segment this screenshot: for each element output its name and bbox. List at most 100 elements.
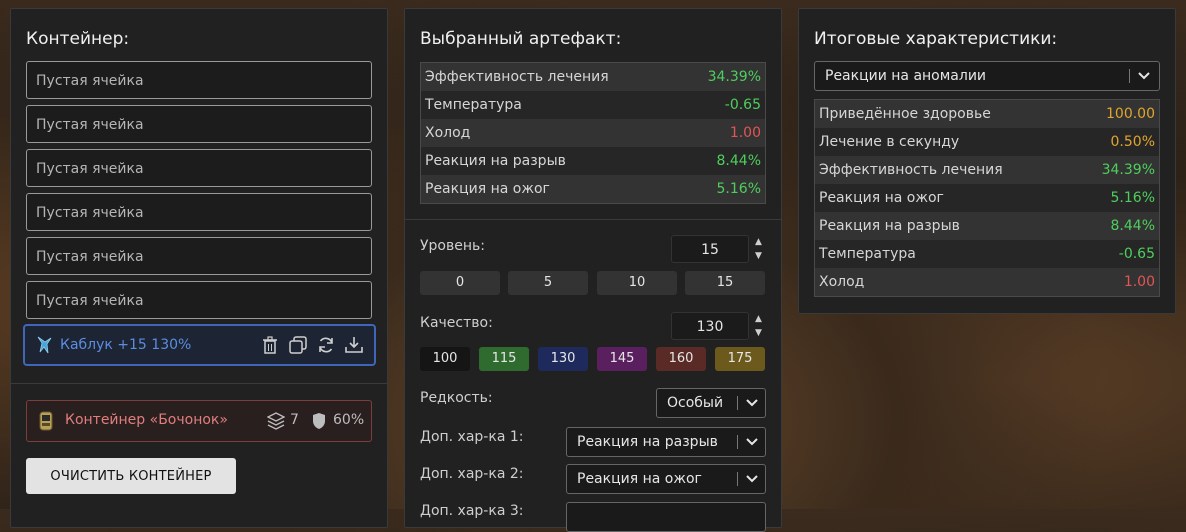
- stat-label: Холод: [819, 274, 865, 290]
- stat-label: Реакция на ожог: [819, 190, 944, 206]
- container-slot-filled[interactable]: Каблук +15 130%: [23, 324, 376, 366]
- level-label: Уровень:: [420, 238, 485, 254]
- chevron-down-icon[interactable]: [745, 389, 759, 427]
- refresh-icon[interactable]: [317, 336, 335, 358]
- clear-container-button[interactable]: ОЧИСТИТЬ КОНТЕЙНЕР: [26, 458, 236, 494]
- extra-stat-2-label: Доп. хар-ка 2:: [420, 466, 524, 482]
- stat-value: 34.39%: [1101, 162, 1155, 178]
- stat-value: 100.00: [1106, 106, 1155, 122]
- totals-filter-select[interactable]: Реакции на аномалии: [814, 61, 1160, 91]
- artifact-stats-table: Эффективность лечения 34.39% Температура -…: [420, 62, 766, 204]
- stat-label: Температура: [819, 246, 916, 262]
- stat-label: Реакция на ожог: [425, 181, 550, 197]
- download-icon[interactable]: [345, 336, 363, 358]
- stat-value: 1.00: [1123, 274, 1155, 290]
- level-preset-button[interactable]: 15: [685, 271, 765, 295]
- select-divider: [737, 435, 738, 449]
- level-spinner[interactable]: ▲ ▼: [755, 237, 762, 261]
- barrel-label: Контейнер «Бочонок»: [65, 412, 228, 428]
- barrel-icon: [39, 411, 53, 435]
- chevron-down-icon[interactable]: ▼: [755, 251, 762, 261]
- select-divider: [737, 396, 738, 410]
- artifact-panel: Выбранный артефакт: Эффективность лечени…: [404, 8, 782, 532]
- quality-label: Качество:: [420, 315, 493, 331]
- chevron-down-icon[interactable]: [1137, 62, 1151, 100]
- rarity-value: Особый: [667, 395, 724, 411]
- rarity-select[interactable]: Особый: [656, 388, 766, 418]
- container-slot-empty[interactable]: Пустая ячейка: [26, 193, 372, 231]
- container-slot-empty[interactable]: Пустая ячейка: [26, 237, 372, 275]
- quality-spinner[interactable]: ▲ ▼: [755, 314, 762, 338]
- stat-value: 5.16%: [1110, 190, 1155, 206]
- stat-row: Температура -0.65: [815, 240, 1159, 268]
- container-slot-empty[interactable]: Пустая ячейка: [26, 61, 372, 99]
- stat-value: 1.00: [729, 125, 761, 141]
- stat-value: 34.39%: [707, 69, 761, 85]
- level-input[interactable]: 15: [671, 235, 749, 263]
- container-title: Контейнер:: [26, 29, 130, 49]
- extra-stat-2-value: Реакция на ожог: [577, 471, 702, 487]
- extra-stat-1-label: Доп. хар-ка 1:: [420, 429, 524, 445]
- layers-icon: [266, 412, 286, 434]
- extra-stat-2-select[interactable]: Реакция на ожог: [566, 464, 766, 494]
- level-preset-button[interactable]: 0: [420, 271, 500, 295]
- stat-label: Приведённое здоровье: [819, 106, 991, 122]
- stat-row: Эффективность лечения 34.39%: [815, 156, 1159, 184]
- quality-input[interactable]: 130: [671, 312, 749, 340]
- container-slot-empty[interactable]: Пустая ячейка: [26, 281, 372, 319]
- stat-value: 8.44%: [1110, 218, 1155, 234]
- stat-value: 8.44%: [716, 153, 761, 169]
- extra-stat-3-label: Доп. хар-ка 3:: [420, 503, 524, 519]
- quality-preset-button[interactable]: 160: [656, 347, 706, 371]
- slots-count: 7: [290, 412, 299, 428]
- container-slot-empty[interactable]: Пустая ячейка: [26, 149, 372, 187]
- barrel-container-card[interactable]: Контейнер «Бочонок» 7 60%: [26, 400, 372, 442]
- divider: [11, 383, 387, 384]
- quality-preset-button[interactable]: 145: [597, 347, 647, 371]
- stat-row: Реакция на разрыв 8.44%: [815, 212, 1159, 240]
- stat-row: Лечение в секунду 0.50%: [815, 128, 1159, 156]
- quality-preset-button[interactable]: 130: [538, 347, 588, 371]
- chevron-down-icon[interactable]: [745, 465, 759, 503]
- stat-label: Реакция на разрыв: [425, 153, 566, 169]
- stat-label: Температура: [425, 97, 522, 113]
- stat-value: 0.50%: [1110, 134, 1155, 150]
- quality-preset-button[interactable]: 100: [420, 347, 470, 371]
- totals-stats-table: Приведённое здоровье 100.00 Лечение в сек…: [814, 99, 1160, 297]
- stat-row: Реакция на разрыв 8.44%: [421, 147, 765, 175]
- trash-icon[interactable]: [262, 336, 278, 358]
- stat-row: Реакция на ожог 5.16%: [815, 184, 1159, 212]
- heel-artifact-icon: [35, 335, 53, 359]
- totals-title: Итоговые характеристики:: [814, 29, 1058, 49]
- extra-stat-1-select[interactable]: Реакция на разрыв: [566, 427, 766, 457]
- stat-label: Холод: [425, 125, 471, 141]
- extra-stat-1-value: Реакция на разрыв: [577, 434, 718, 450]
- stat-value: -0.65: [1118, 246, 1155, 262]
- stat-row: Эффективность лечения 34.39%: [421, 63, 765, 91]
- protection-value: 60%: [333, 412, 365, 428]
- stat-label: Эффективность лечения: [819, 162, 1003, 178]
- totals-filter-value: Реакции на аномалии: [825, 68, 987, 84]
- divider: [405, 219, 781, 220]
- stat-value: 5.16%: [716, 181, 761, 197]
- stat-row: Температура -0.65: [421, 91, 765, 119]
- level-preset-button[interactable]: 10: [597, 271, 677, 295]
- chevron-down-icon[interactable]: ▼: [755, 328, 762, 338]
- extra-stat-3-select[interactable]: [566, 502, 766, 532]
- level-preset-button[interactable]: 5: [508, 271, 588, 295]
- stat-value: -0.65: [724, 97, 761, 113]
- rarity-label: Редкость:: [420, 390, 493, 406]
- quality-preset-button[interactable]: 115: [479, 347, 529, 371]
- chevron-up-icon[interactable]: ▲: [755, 314, 762, 324]
- filled-slot-label: Каблук +15 130%: [60, 337, 192, 353]
- copy-icon[interactable]: [289, 336, 307, 358]
- chevron-down-icon[interactable]: [745, 428, 759, 466]
- quality-preset-button[interactable]: 175: [715, 347, 765, 371]
- artifact-title: Выбранный артефакт:: [420, 29, 622, 49]
- chevron-up-icon[interactable]: ▲: [755, 237, 762, 247]
- container-slot-empty[interactable]: Пустая ячейка: [26, 105, 372, 143]
- container-panel: Контейнер: Пустая ячейка Пустая ячейка П…: [10, 8, 388, 528]
- totals-panel: Итоговые характеристики: Реакции на аном…: [798, 8, 1176, 314]
- stat-label: Реакция на разрыв: [819, 218, 960, 234]
- stat-row: Холод 1.00: [421, 119, 765, 147]
